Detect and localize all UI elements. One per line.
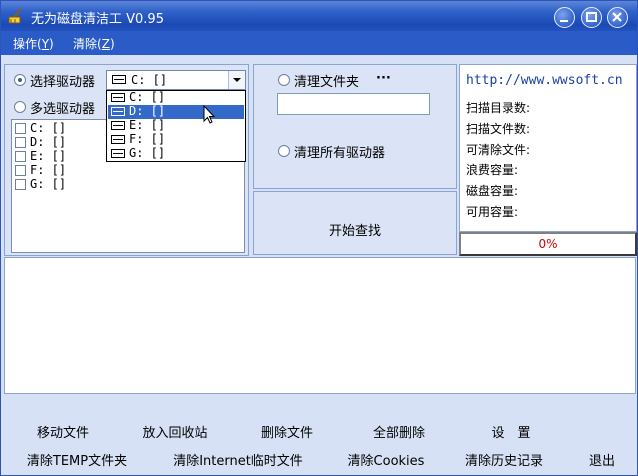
menu-operate[interactable]: 操作(Y)	[13, 35, 54, 52]
maximize-icon	[586, 12, 597, 22]
clean-folder-radio[interactable]	[278, 74, 290, 86]
website-link[interactable]: http://www.wwsoft.cn	[466, 73, 623, 88]
drive-option[interactable]: C: []	[108, 91, 244, 105]
exit-button[interactable]: 退出	[582, 449, 622, 475]
checkbox[interactable]	[15, 137, 26, 148]
menu-operate-label: 操作	[13, 37, 38, 51]
delete-all-button[interactable]: 全部删除	[361, 421, 437, 447]
drive-icon	[112, 75, 126, 84]
drive-combobox-value: C: []	[131, 73, 168, 87]
move-files-button[interactable]: 移动文件	[24, 421, 102, 447]
multi-drive-item-label: D: []	[30, 135, 67, 149]
drive-combobox[interactable]: C: []	[106, 70, 246, 90]
menu-bar: 操作(Y) 清除(Z)	[1, 31, 637, 55]
progress-text: 0%	[538, 237, 558, 251]
window-title: 无为磁盘清洁工 V0.95	[31, 12, 164, 27]
settings-button[interactable]: 设 置	[478, 421, 544, 447]
select-drive-radio[interactable]	[14, 74, 26, 86]
app-window: 无为磁盘清洁工 V0.95 操作(Y) 清除(Z) 选择驱动器 多选驱动器 C:…	[0, 0, 638, 476]
removable-files-label: 可清除文件:	[466, 143, 531, 157]
folder-path-input[interactable]	[277, 93, 430, 115]
minimize-icon	[560, 20, 568, 22]
drive-dropdown-list: C: [] D: [] E: [] F: [] G: []	[106, 90, 246, 162]
scanned-files-label: 扫描文件数:	[466, 122, 531, 136]
drive-option[interactable]: E: []	[108, 119, 244, 133]
start-search-button[interactable]: 开始查找	[253, 191, 457, 255]
drive-icon	[111, 121, 125, 130]
menu-operate-key: Y	[41, 37, 50, 51]
dropdown-button[interactable]	[228, 71, 245, 89]
recycle-bin-button[interactable]: 放入回收站	[134, 421, 216, 447]
scanned-dirs-label: 扫描目录数:	[466, 101, 531, 115]
drive-option-label: D: []	[129, 104, 166, 118]
clear-internet-temp-button[interactable]: 清除Internet临时文件	[162, 449, 314, 475]
menu-clear[interactable]: 清除(Z)	[73, 35, 115, 52]
drive-icon	[111, 107, 125, 116]
clean-folder-label: 清理文件夹	[294, 75, 360, 90]
checkbox[interactable]	[15, 179, 26, 190]
browse-folder-button[interactable]: ···	[376, 71, 391, 86]
clear-history-button[interactable]: 清除历史记录	[454, 449, 554, 475]
drive-option[interactable]: G: []	[108, 147, 244, 161]
close-button[interactable]	[607, 7, 628, 28]
checkbox[interactable]	[15, 123, 26, 134]
start-search-label: 开始查找	[328, 224, 381, 239]
wasted-space-label: 浪费容量:	[466, 163, 519, 177]
results-list[interactable]	[4, 257, 636, 394]
drive-icon	[111, 93, 125, 102]
drive-icon	[111, 135, 125, 144]
drive-option-label: F: []	[129, 132, 166, 146]
checkbox[interactable]	[15, 165, 26, 176]
free-space-label: 可用容量:	[466, 205, 519, 219]
delete-files-button[interactable]: 删除文件	[250, 421, 324, 447]
multi-drive-item-label: F: []	[30, 163, 67, 177]
action-row-1: 移动文件 放入回收站 删除文件 全部删除 设 置	[4, 421, 636, 447]
multi-drive-item-label: C: []	[30, 121, 67, 135]
clear-cookies-button[interactable]: 清除Cookies	[339, 449, 433, 475]
progress-bar: 0%	[459, 232, 637, 256]
info-panel: http://www.wwsoft.cn 扫描目录数: 扫描文件数: 可清除文件…	[459, 64, 637, 232]
disk-capacity-label: 磁盘容量:	[466, 184, 519, 198]
multi-drive-label: 多选驱动器	[30, 102, 96, 117]
multi-drive-radio[interactable]	[14, 101, 26, 113]
clean-all-drives-radio[interactable]	[278, 145, 290, 157]
clean-all-drives-label: 清理所有驱动器	[294, 146, 386, 161]
drive-option-label: C: []	[129, 90, 166, 104]
menu-clear-key: Z	[101, 37, 110, 51]
drive-option-label: E: []	[129, 118, 166, 132]
drive-option-highlighted[interactable]: D: []	[108, 105, 244, 119]
drive-option-label: G: []	[129, 146, 166, 160]
select-drive-label: 选择驱动器	[30, 75, 96, 90]
checkbox[interactable]	[15, 151, 26, 162]
multi-drive-item-label: G: []	[30, 177, 67, 191]
mouse-cursor-icon	[203, 105, 216, 124]
title-bar[interactable]: 无为磁盘清洁工 V0.95	[1, 1, 637, 31]
drive-option[interactable]: F: []	[108, 133, 244, 147]
maximize-button[interactable]	[581, 7, 602, 28]
multi-drive-item-label: E: []	[30, 149, 67, 163]
menu-clear-label: 清除	[73, 37, 98, 51]
drive-icon	[111, 149, 125, 158]
clear-temp-button[interactable]: 清除TEMP文件夹	[22, 449, 132, 475]
chevron-down-icon	[233, 78, 241, 82]
minimize-button[interactable]	[554, 7, 575, 28]
broom-icon	[8, 8, 22, 24]
close-icon	[612, 12, 622, 22]
action-row-2: 清除TEMP文件夹 清除Internet临时文件 清除Cookies 清除历史记…	[4, 449, 636, 475]
